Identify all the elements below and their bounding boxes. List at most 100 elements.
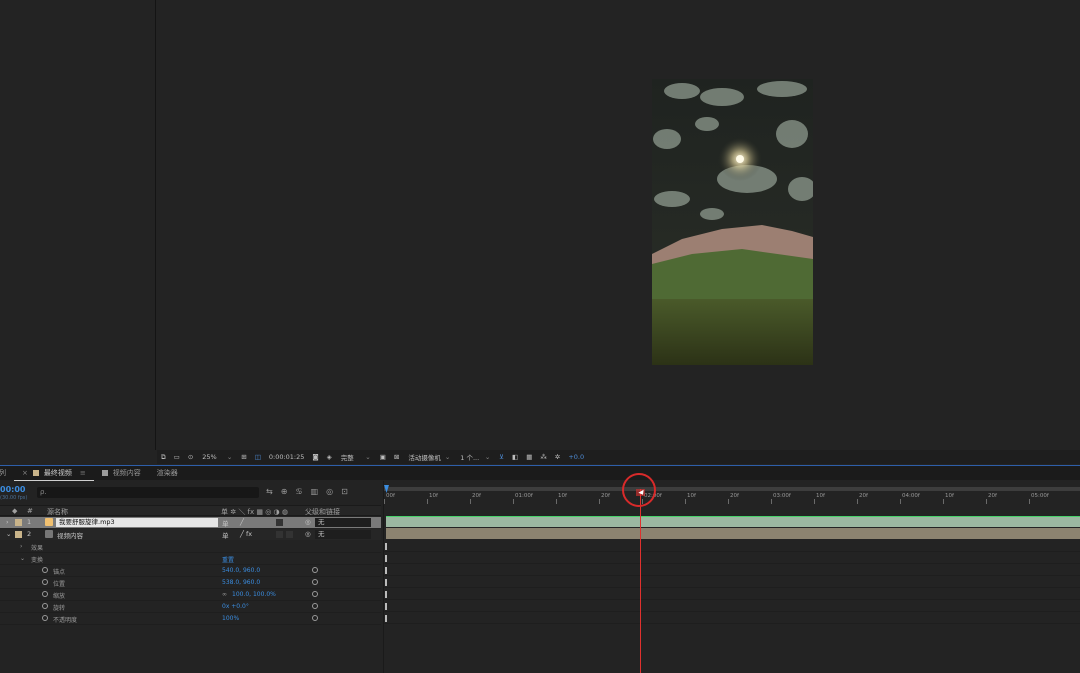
tab-renderer[interactable]: 渲染器 <box>149 466 186 481</box>
camera-dropdown[interactable]: 活动摄像机 ⌄ <box>405 451 453 463</box>
grid-icon[interactable]: ◫ <box>253 451 263 463</box>
mask-icon[interactable]: ⊙ <box>186 451 195 463</box>
resolution-dropdown[interactable]: 完整 ⌄ <box>338 451 374 463</box>
audio-layer-bar[interactable] <box>386 516 1080 527</box>
channel-icon[interactable]: ◈ <box>325 451 334 463</box>
shy-switch-icon[interactable]: 单 <box>222 518 229 528</box>
layer-name[interactable]: 我要舒服旋律.mp3 <box>56 518 218 527</box>
stopwatch-icon[interactable] <box>42 591 48 597</box>
exposure-icon[interactable]: ✲ <box>553 451 562 463</box>
layer-row[interactable]: › 1 我要舒服旋律.mp3 单 ╱ ◎ 无 <box>0 517 381 528</box>
switch-box[interactable] <box>276 519 283 526</box>
composition-icon <box>45 530 53 538</box>
graph-editor-icon[interactable]: ⊡ <box>341 487 348 496</box>
transform-group-row[interactable]: ⌄ 变换 重置 <box>0 553 381 565</box>
ruler-tick <box>943 499 944 504</box>
pickwhip-icon[interactable] <box>312 567 318 573</box>
region-icon[interactable]: ▣ <box>378 451 388 463</box>
property-row-position[interactable]: 位置 538.0, 960.0 <box>0 577 381 589</box>
stopwatch-icon[interactable] <box>42 579 48 585</box>
property-row-opacity[interactable]: 不透明度 100% <box>0 613 381 625</box>
switch-box[interactable] <box>276 531 283 538</box>
panel-tabs: 队列 × 最终视频 ≡ 视频内容 渲染器 <box>0 465 1080 481</box>
stopwatch-icon[interactable] <box>42 603 48 609</box>
stopwatch-icon[interactable] <box>42 567 48 573</box>
layer-name[interactable]: 视频内容 <box>57 530 83 540</box>
shy-switch-icon[interactable]: 单 <box>222 530 229 540</box>
tab-final-video[interactable]: × 最终视频 ≡ <box>14 466 94 481</box>
parent-dropdown[interactable]: 无 <box>315 530 371 539</box>
property-value[interactable]: 0x +0.0° <box>222 603 249 610</box>
pickwhip-icon[interactable] <box>312 591 318 597</box>
property-row-scale[interactable]: 缩放 ∞ 100.0, 100.0% <box>0 589 381 601</box>
transparency-grid-icon[interactable]: ⊠ <box>392 451 401 463</box>
time-ruler[interactable]: 00f 10f 20f 01:00f 10f 20f 02:00f 10f 20f 03:00f 1… <box>384 487 1080 505</box>
stopwatch-icon[interactable] <box>42 615 48 621</box>
track-row <box>384 588 1080 600</box>
views-value: 1 个... <box>460 454 480 462</box>
snapshot-icon[interactable]: ⧉ <box>159 451 168 463</box>
composition-viewer[interactable] <box>157 0 1080 450</box>
close-icon[interactable]: × <box>22 469 28 477</box>
current-time[interactable]: 0:00:01:25 <box>267 451 307 463</box>
property-value[interactable]: 538.0, 960.0 <box>222 579 260 586</box>
chevron-down-icon[interactable]: ⌄ <box>20 555 25 562</box>
draft-3d-icon[interactable]: ⊕ <box>281 487 288 496</box>
timeline-tracks[interactable]: 00f 10f 20f 01:00f 10f 20f 02:00f 10f 20f 03:00f 1… <box>383 473 1080 673</box>
reset-link[interactable]: 重置 <box>222 555 234 564</box>
source-name-column[interactable]: 源名称 <box>47 507 68 517</box>
playhead[interactable] <box>640 489 641 673</box>
pickwhip-icon[interactable] <box>312 603 318 609</box>
parent-dropdown[interactable]: 无 <box>315 518 371 527</box>
chevron-down-icon[interactable]: ⌄ <box>6 530 11 538</box>
property-value[interactable]: 540.0, 960.0 <box>222 567 260 574</box>
timeline-icon[interactable]: ▦ <box>524 451 534 463</box>
layer-color-swatch[interactable] <box>15 531 22 538</box>
tab-video-content[interactable]: 视频内容 <box>94 466 149 481</box>
video-layer-bar[interactable] <box>386 528 1080 539</box>
flowchart-icon[interactable]: ⁂ <box>538 451 549 463</box>
property-row-rotation[interactable]: 旋转 0x +0.0° <box>0 601 381 613</box>
display-icon[interactable]: ▭ <box>172 451 182 463</box>
motion-blur-icon[interactable]: ◎ <box>326 487 333 496</box>
ruler-tick <box>470 499 471 504</box>
effects-group-label: 效果 <box>31 545 44 552</box>
timeline-fps: (30.00 fps) <box>0 495 28 501</box>
pickwhip-icon[interactable]: ◎ <box>305 518 311 526</box>
work-area-bar[interactable] <box>384 487 1080 491</box>
pickwhip-icon[interactable]: ◎ <box>305 530 311 538</box>
property-row-anchor[interactable]: 锚点 540.0, 960.0 <box>0 565 381 577</box>
fast-preview-icon[interactable]: ◧ <box>510 451 520 463</box>
views-dropdown[interactable]: 1 个... ⌄ <box>457 451 493 463</box>
quality-switch-icon[interactable]: ╱ <box>240 518 244 526</box>
menu-icon[interactable]: ≡ <box>80 469 86 477</box>
property-value[interactable]: 100.0, 100.0% <box>232 591 276 598</box>
chevron-right-icon[interactable]: › <box>6 518 9 526</box>
effects-group-row[interactable]: › 效果 <box>0 541 381 553</box>
safe-zones-icon[interactable]: ⊞ <box>239 451 248 463</box>
frame-blending-icon[interactable]: ▥ <box>311 487 319 496</box>
timeline-timecode[interactable]: 00:00 <box>0 485 25 494</box>
ruler-tick <box>728 499 729 504</box>
pixel-aspect-icon[interactable]: ⊻ <box>497 451 506 463</box>
zoom-dropdown[interactable]: 25% ⌄ <box>199 451 235 463</box>
pickwhip-icon[interactable] <box>312 615 318 621</box>
layer-color-swatch[interactable] <box>15 519 22 526</box>
layer-row[interactable]: ⌄ 2 视频内容 单 ╱ fx ◎ 无 <box>0 529 381 540</box>
property-value[interactable]: 100% <box>222 615 239 622</box>
shy-layers-icon[interactable]: ♋ <box>295 487 302 496</box>
comp-flowchart-icon[interactable]: ⇆ <box>266 487 273 496</box>
switch-box[interactable] <box>286 531 293 538</box>
tab-render-queue[interactable]: 队列 <box>0 466 14 481</box>
camera-icon[interactable]: ◙ <box>310 451 320 463</box>
layer-search-input[interactable]: ρ. <box>37 487 259 498</box>
constrain-link-icon[interactable]: ∞ <box>222 591 227 598</box>
tab-label: 视频内容 <box>112 469 141 477</box>
quality-switch-icon[interactable]: ╱ fx <box>240 530 252 538</box>
ruler-tick <box>556 499 557 504</box>
chevron-right-icon[interactable]: › <box>20 543 22 550</box>
layer-index: 2 <box>27 530 32 538</box>
parent-column[interactable]: 父级和链接 <box>305 507 340 517</box>
pickwhip-icon[interactable] <box>312 579 318 585</box>
exposure-value[interactable]: +0.0 <box>566 451 586 463</box>
